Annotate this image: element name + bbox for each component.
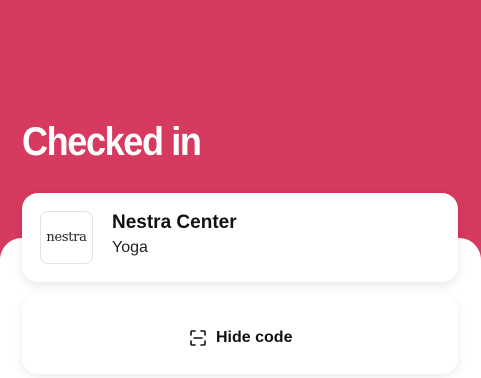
hide-code-button[interactable]: Hide code (190, 329, 292, 347)
venue-logo: nestra (40, 211, 93, 264)
venue-name: Nestra Center (112, 212, 237, 233)
venue-type: Yoga (112, 239, 148, 256)
code-card: Hide code (22, 294, 458, 374)
venue-logo-text: nestra (46, 230, 87, 245)
venue-card[interactable]: nestra Nestra Center Yoga (22, 193, 458, 282)
page-title: Checked in (22, 120, 202, 164)
scan-icon (190, 330, 206, 346)
hide-code-label: Hide code (216, 329, 293, 346)
